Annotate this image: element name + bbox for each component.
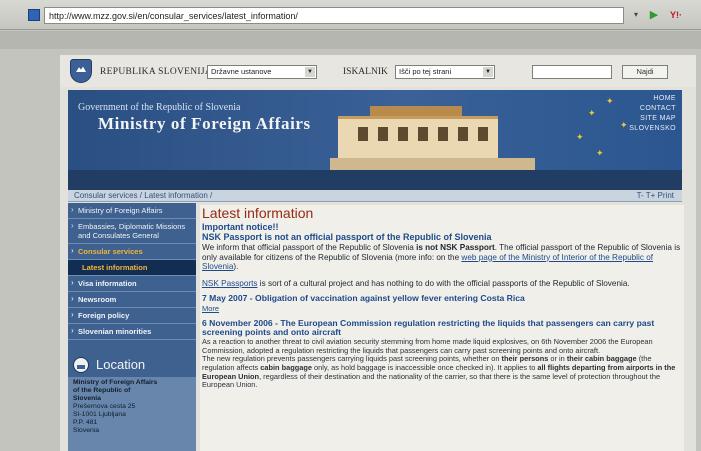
nav-home[interactable]: HOME: [629, 94, 676, 104]
banner-band: [68, 170, 682, 190]
news-headline[interactable]: 6 November 2006 - The European Commissio…: [202, 318, 682, 338]
location-box: Location Ministry of Foreign Affairs of …: [68, 353, 196, 451]
institutions-select[interactable]: Državne ustanove ▼: [207, 65, 317, 79]
address-line: Slovenia: [73, 427, 100, 434]
page-title: Latest information: [202, 205, 314, 221]
location-address: Ministry of Foreign Affairs of the Repub…: [68, 377, 196, 437]
more-link[interactable]: More: [202, 304, 682, 313]
nav-site-map[interactable]: SITE MAP: [629, 114, 676, 124]
sidebar-item-slovenian-minorities[interactable]: Slovenian minorities: [68, 324, 196, 340]
news-paragraph: The new regulation prevents passengers c…: [202, 354, 676, 390]
nav-contact[interactable]: CONTACT: [629, 104, 676, 114]
banner-subtitle: Government of the Republic of Slovenia: [78, 102, 241, 113]
text-size-print-tools[interactable]: T- T+ Print: [637, 190, 674, 202]
address-line: of the Republic of: [73, 387, 131, 394]
toolbar-strip: [0, 31, 701, 49]
sidebar: Ministry of Foreign Affairs Embassies, D…: [68, 203, 196, 451]
sidebar-item-newsroom[interactable]: Newsroom: [68, 292, 196, 308]
address-line: SI-1001 Ljubljana: [73, 411, 126, 418]
notice-paragraph: We inform that official passport of the …: [202, 243, 681, 272]
building-image: [330, 106, 535, 170]
coat-of-arms-icon: [70, 59, 92, 83]
sidebar-item-ministry[interactable]: Ministry of Foreign Affairs: [68, 203, 196, 219]
yahoo-toolbar-icon[interactable]: Y!·: [670, 8, 696, 22]
breadcrumb-path[interactable]: Consular services / Latest information /: [74, 191, 212, 200]
address-line: P.P. 481: [73, 419, 98, 426]
address-dropdown-icon[interactable]: ▾: [630, 8, 642, 22]
search-scope-value: Išči po tej strani: [399, 67, 452, 76]
top-navigation: HOME CONTACT SITE MAP SLOVENSKO: [629, 94, 676, 134]
notice-headline: NSK Passport is not an official passport…: [202, 231, 492, 242]
location-header: Location: [68, 353, 196, 377]
news-paragraph: As a reaction to another threat to civil…: [202, 336, 653, 355]
breadcrumb: Consular services / Latest information /…: [68, 190, 682, 202]
browser-toolbar: http://www.mzz.gov.si/en/consular_servic…: [0, 0, 701, 30]
sidebar-item-visa-information[interactable]: Visa information: [68, 276, 196, 292]
search-scope-select[interactable]: Išči po tej strani ▼: [395, 65, 495, 79]
go-button[interactable]: ▶: [647, 8, 661, 22]
sidebar-item-foreign-policy[interactable]: Foreign policy: [68, 308, 196, 324]
header-banner: Government of the Republic of Slovenia M…: [68, 90, 682, 170]
nav-slovensko[interactable]: SLOVENSKO: [629, 124, 676, 134]
search-label: ISKALNIK: [343, 67, 388, 77]
chevron-down-icon: ▼: [305, 67, 315, 77]
main-content: Latest information Important notice!! NS…: [200, 205, 684, 451]
web-page: REPUBLIKA SLOVENIJA Državne ustanove ▼ I…: [60, 55, 696, 451]
chevron-down-icon: ▼: [483, 67, 493, 77]
address-line: Slovenia: [73, 395, 101, 402]
location-title: Location: [96, 357, 146, 372]
republic-name: REPUBLIKA SLOVENIJA: [100, 67, 213, 77]
news-headline[interactable]: 7 May 2007 - Obligation of vaccination a…: [202, 294, 682, 304]
nsk-paragraph: NSK Passports is sort of a cultural proj…: [202, 278, 630, 288]
institutions-select-value: Državne ustanove: [211, 67, 272, 76]
sidebar-item-embassies[interactable]: Embassies, Diplomatic Missions and Consu…: [68, 219, 196, 244]
nsk-passports-link[interactable]: NSK Passports: [202, 279, 258, 288]
address-line: Prešernova cesta 25: [73, 403, 136, 410]
government-strip: REPUBLIKA SLOVENIJA Državne ustanove ▼ I…: [60, 55, 696, 87]
location-icon: [73, 357, 89, 373]
sidebar-item-consular-services[interactable]: Consular services: [68, 244, 196, 260]
search-input[interactable]: [532, 65, 612, 79]
address-bar[interactable]: http://www.mzz.gov.si/en/consular_servic…: [44, 7, 624, 24]
sidebar-item-latest-information[interactable]: Latest information: [68, 260, 196, 276]
search-button[interactable]: Najdi: [622, 65, 668, 79]
address-line: Ministry of Foreign Affairs: [73, 379, 158, 386]
banner-title: Ministry of Foreign Affairs: [98, 114, 311, 133]
page-icon: [28, 9, 40, 21]
